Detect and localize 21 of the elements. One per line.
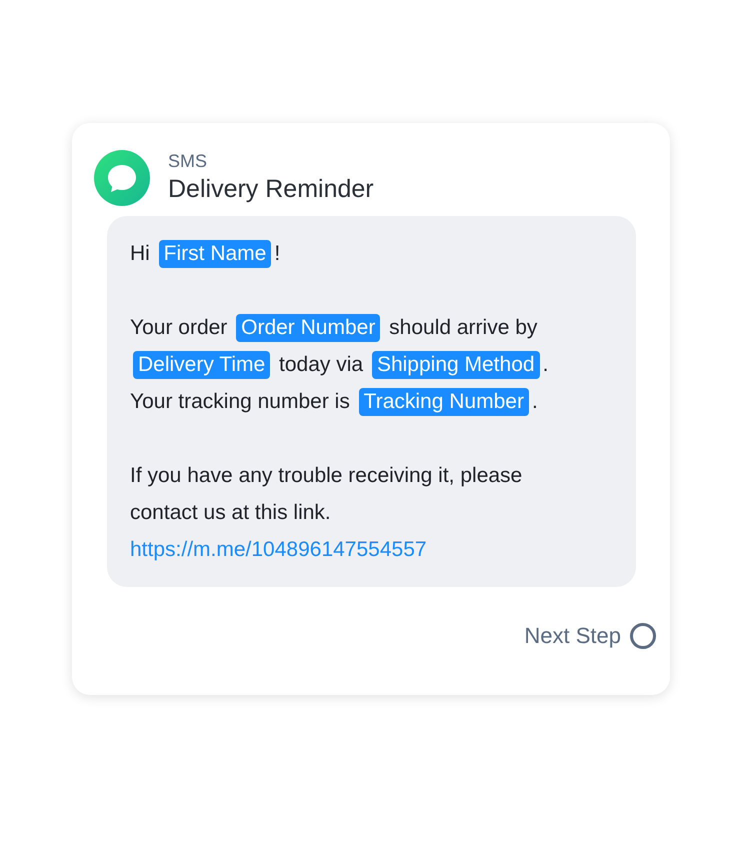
chat-bubble-icon <box>94 150 150 206</box>
message-text: Your tracking number is <box>130 388 351 415</box>
variable-tag[interactable]: Delivery Time <box>133 350 270 378</box>
link[interactable]: https://m.me/104896147554557 <box>130 534 427 566</box>
message-text: If you have any trouble receiving it, please <box>130 462 522 489</box>
variable-tag[interactable]: Shipping Method <box>372 350 540 378</box>
message-text: today via <box>278 352 364 378</box>
message-text: Your order <box>130 314 228 341</box>
message-text: . <box>532 388 538 415</box>
message-title: Delivery Reminder <box>168 174 374 205</box>
channel-label: SMS <box>168 150 208 172</box>
message-text: . <box>542 352 548 378</box>
message-text: should arrive by <box>388 314 538 341</box>
message-text: contact us at this link. <box>130 500 331 526</box>
connector-handle-icon[interactable] <box>629 622 657 650</box>
variable-tag[interactable]: Tracking Number <box>358 388 529 416</box>
next-step-label[interactable]: Next Step <box>524 619 621 652</box>
variable-tag[interactable]: Order Number <box>236 314 380 342</box>
message-text: Hi <box>130 240 151 267</box>
variable-tag[interactable]: First Name <box>158 240 272 268</box>
message-text: ! <box>274 240 280 267</box>
